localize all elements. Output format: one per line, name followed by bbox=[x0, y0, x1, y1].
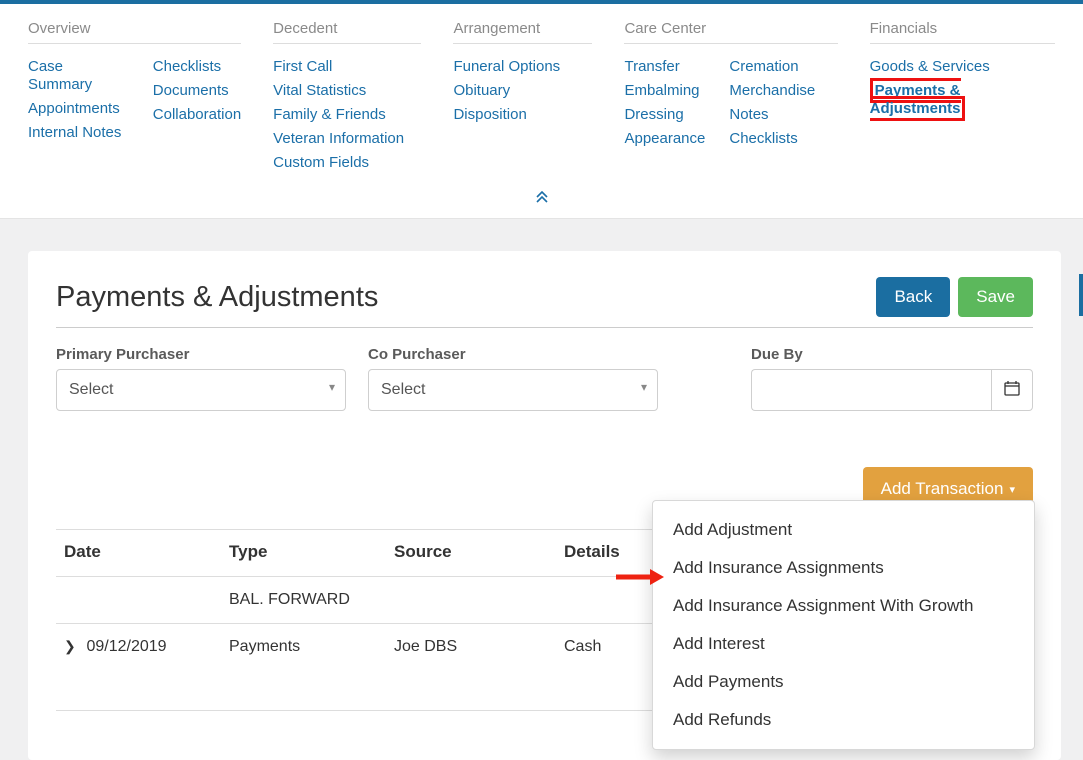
co-purchaser-select[interactable]: Select ▾ bbox=[368, 369, 658, 411]
calendar-icon bbox=[1004, 380, 1020, 401]
nav-header-decedent: Decedent bbox=[273, 20, 421, 44]
caret-down-icon: ▾ bbox=[1009, 483, 1015, 496]
nav-link-checklists-care[interactable]: Checklists bbox=[729, 130, 797, 147]
dropdown-item-add-refunds[interactable]: Add Refunds bbox=[653, 701, 1034, 739]
col-source: Source bbox=[386, 530, 556, 577]
nav-link-cremation[interactable]: Cremation bbox=[729, 58, 798, 75]
due-by-label: Due By bbox=[751, 346, 1033, 363]
nav-link-documents[interactable]: Documents bbox=[153, 82, 229, 99]
cell-date: 09/12/2019 bbox=[86, 638, 166, 655]
nav-link-merchandise[interactable]: Merchandise bbox=[729, 82, 815, 99]
chevron-down-icon: ▾ bbox=[641, 380, 647, 394]
nav-link-payments-adjustments[interactable]: Payments & Adjustments bbox=[870, 78, 966, 121]
collapse-nav-icon[interactable] bbox=[0, 186, 1083, 218]
nav-link-obituary[interactable]: Obituary bbox=[453, 82, 510, 99]
top-navigation: Overview Case Summary Appointments Inter… bbox=[0, 4, 1083, 186]
expand-row-icon[interactable]: ❯ bbox=[64, 638, 78, 655]
primary-purchaser-select[interactable]: Select ▾ bbox=[56, 369, 346, 411]
cell-type: Payments bbox=[221, 624, 386, 671]
dropdown-item-add-insurance-assignments[interactable]: Add Insurance Assignments bbox=[653, 549, 1034, 587]
cell-date bbox=[56, 577, 221, 624]
nav-link-checklists[interactable]: Checklists bbox=[153, 58, 221, 75]
nav-link-appointments[interactable]: Appointments bbox=[28, 100, 120, 117]
cell-type: BAL. FORWARD bbox=[221, 577, 386, 624]
nav-link-first-call[interactable]: First Call bbox=[273, 58, 332, 75]
nav-link-transfer[interactable]: Transfer bbox=[624, 58, 679, 75]
co-purchaser-value: Select bbox=[381, 381, 425, 399]
chevron-down-icon: ▾ bbox=[329, 380, 335, 394]
nav-link-goods-services[interactable]: Goods & Services bbox=[870, 58, 990, 75]
col-date: Date bbox=[56, 530, 221, 577]
add-transaction-dropdown: Add Adjustment Add Insurance Assignments… bbox=[652, 500, 1035, 750]
due-by-input[interactable] bbox=[751, 369, 991, 411]
calendar-button[interactable] bbox=[991, 369, 1033, 411]
dropdown-item-add-interest[interactable]: Add Interest bbox=[653, 625, 1034, 663]
nav-link-dressing[interactable]: Dressing bbox=[624, 106, 683, 123]
nav-link-veteran-info[interactable]: Veteran Information bbox=[273, 130, 404, 147]
nav-link-appearance[interactable]: Appearance bbox=[624, 130, 705, 147]
nav-link-custom-fields[interactable]: Custom Fields bbox=[273, 154, 369, 171]
add-transaction-label: Add Transaction bbox=[881, 479, 1004, 499]
co-purchaser-label: Co Purchaser bbox=[368, 346, 658, 363]
dropdown-item-add-insurance-assignment-growth[interactable]: Add Insurance Assignment With Growth bbox=[653, 587, 1034, 625]
nav-link-case-summary[interactable]: Case Summary bbox=[28, 58, 92, 93]
cell-source: Joe DBS bbox=[386, 624, 556, 671]
nav-link-funeral-options[interactable]: Funeral Options bbox=[453, 58, 560, 75]
save-button[interactable]: Save bbox=[958, 277, 1033, 317]
primary-purchaser-label: Primary Purchaser bbox=[56, 346, 346, 363]
nav-link-family-friends[interactable]: Family & Friends bbox=[273, 106, 386, 123]
nav-header-arrangement: Arrangement bbox=[453, 20, 592, 44]
nav-link-embalming[interactable]: Embalming bbox=[624, 82, 699, 99]
nav-link-disposition[interactable]: Disposition bbox=[453, 106, 526, 123]
nav-header-overview: Overview bbox=[28, 20, 241, 44]
nav-link-vital-statistics[interactable]: Vital Statistics bbox=[273, 82, 366, 99]
primary-purchaser-value: Select bbox=[69, 381, 113, 399]
nav-header-financials: Financials bbox=[870, 20, 1055, 44]
nav-header-care-center: Care Center bbox=[624, 20, 837, 44]
nav-link-internal-notes[interactable]: Internal Notes bbox=[28, 124, 121, 141]
back-button[interactable]: Back bbox=[876, 277, 950, 317]
nav-link-notes[interactable]: Notes bbox=[729, 106, 768, 123]
nav-link-collaboration[interactable]: Collaboration bbox=[153, 106, 241, 123]
col-type: Type bbox=[221, 530, 386, 577]
dropdown-item-add-adjustment[interactable]: Add Adjustment bbox=[653, 511, 1034, 549]
right-edge-accent bbox=[1079, 274, 1083, 316]
cell-source bbox=[386, 577, 556, 624]
page-title: Payments & Adjustments bbox=[56, 281, 876, 314]
dropdown-item-add-payments[interactable]: Add Payments bbox=[653, 663, 1034, 701]
